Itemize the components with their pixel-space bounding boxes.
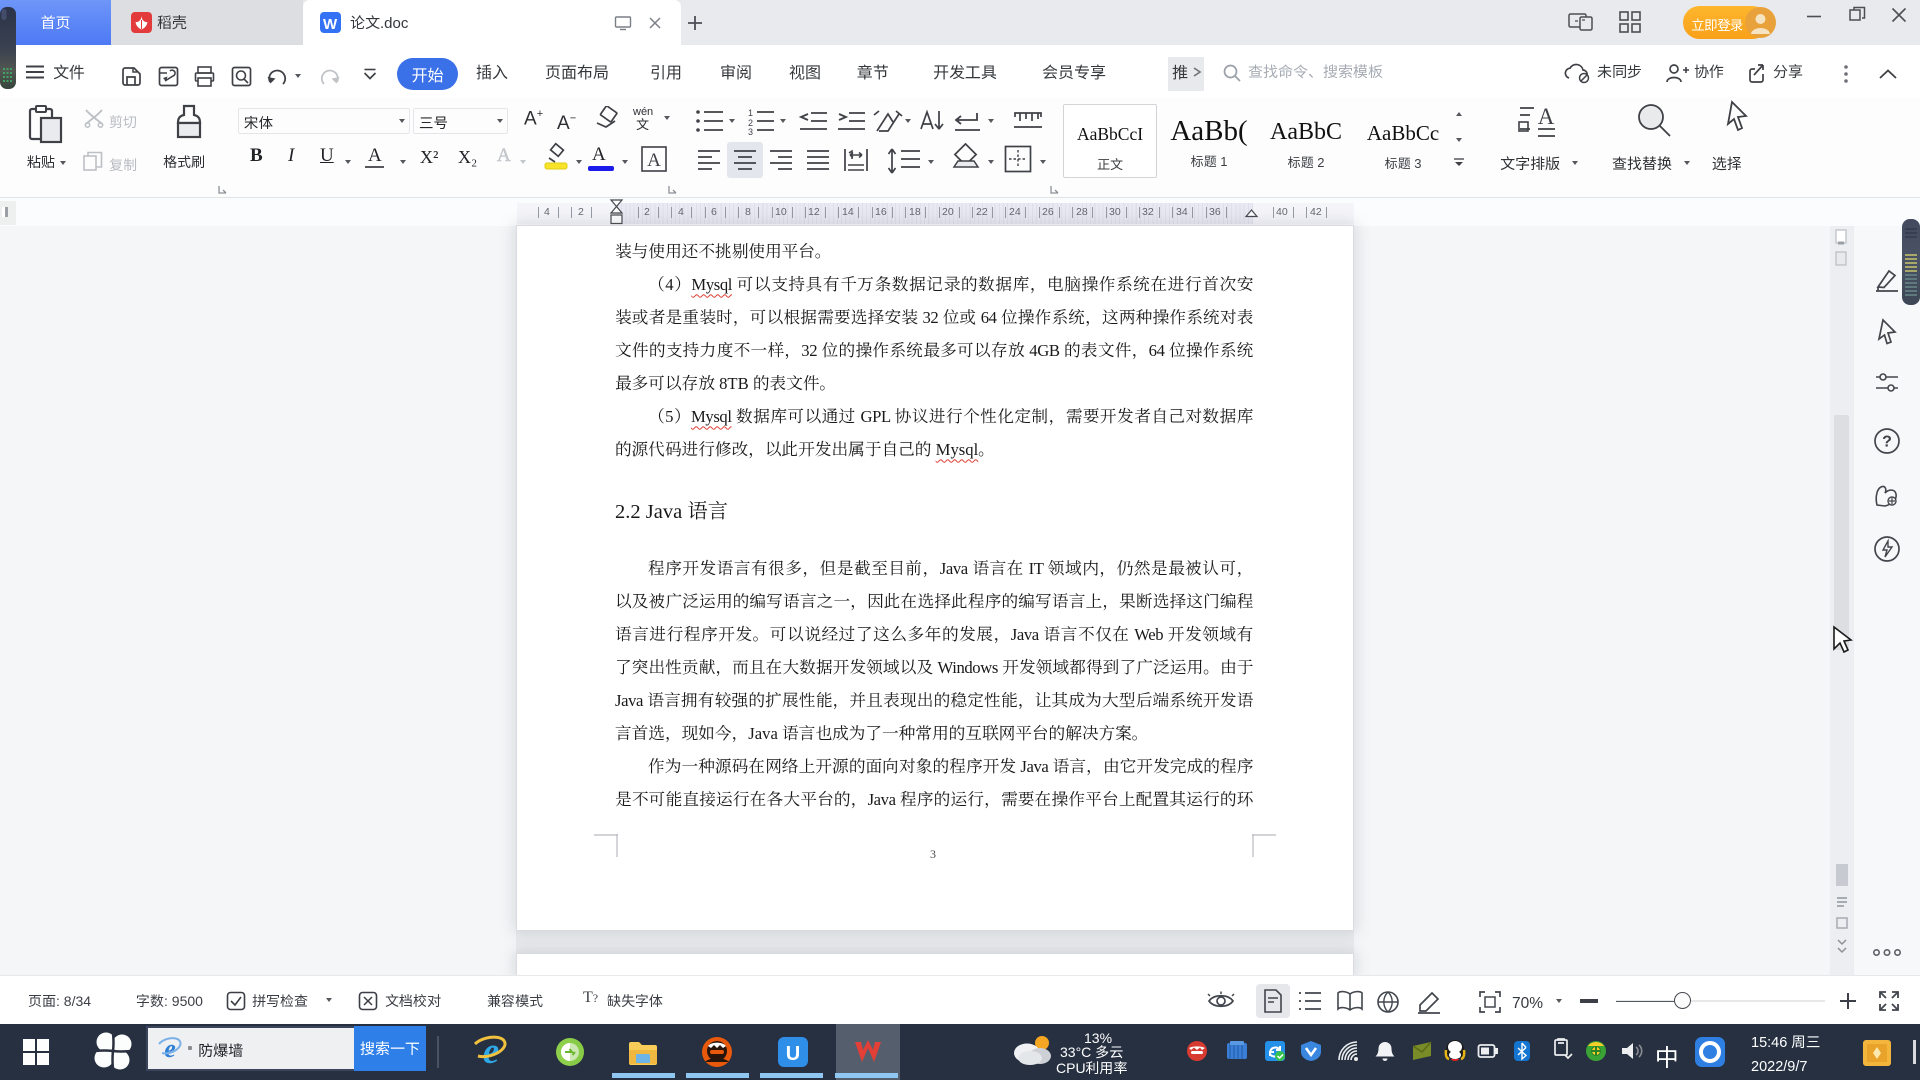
svg-text:?: ? bbox=[1882, 434, 1892, 451]
svg-text:3: 3 bbox=[748, 125, 753, 136]
svg-text:A: A bbox=[647, 150, 661, 171]
svg-text:A: A bbox=[1538, 104, 1555, 129]
svg-text:U: U bbox=[786, 1043, 800, 1065]
